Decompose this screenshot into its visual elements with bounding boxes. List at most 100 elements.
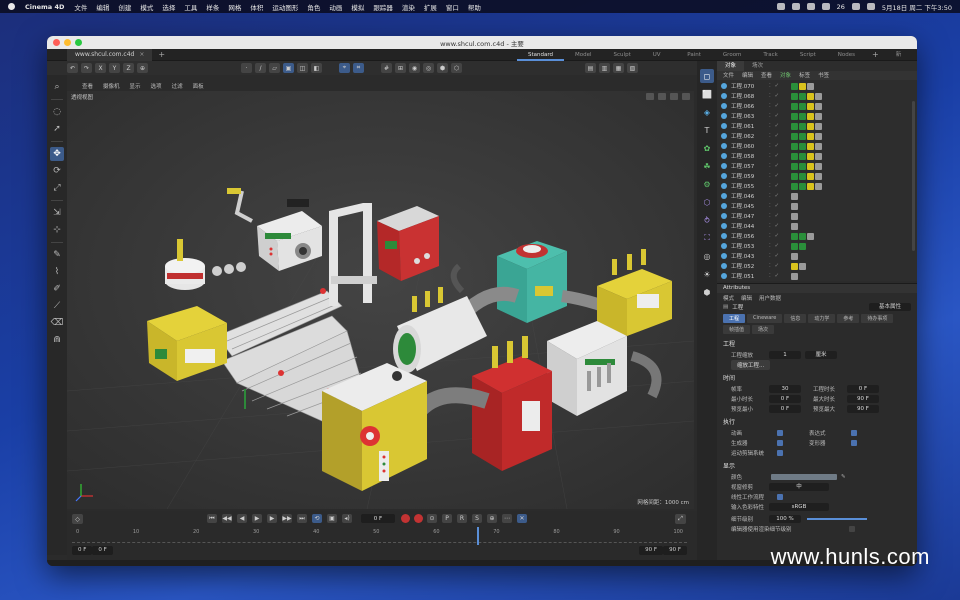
model-mode-icon[interactable]: ▣ (283, 63, 294, 73)
visibility-flags-icon[interactable]: ⁚ ✓ (769, 193, 791, 199)
project-scale-field[interactable]: 1 (769, 351, 801, 359)
material-tag-icon[interactable] (791, 132, 798, 140)
select-icon[interactable]: ➚ (50, 122, 64, 136)
motion-system-checkbox[interactable] (777, 450, 783, 456)
visibility-flags-icon[interactable]: ⁚ ✓ (769, 183, 791, 189)
visibility-flags-icon[interactable]: ⁚ ✓ (769, 93, 791, 99)
attr-menu-edit[interactable]: 编辑 (741, 294, 752, 302)
material-tag-icon[interactable] (815, 152, 822, 160)
object-row[interactable]: 工程.063 ⁚ ✓ (717, 111, 917, 121)
edges-mode-icon[interactable]: / (255, 63, 266, 73)
material-tag-icon[interactable] (791, 102, 798, 110)
material-tag-icon[interactable] (799, 162, 806, 170)
preview-min-field[interactable]: 0 F (769, 405, 801, 413)
material-tag-icon[interactable] (799, 172, 806, 180)
viewport-move-icon[interactable] (646, 93, 654, 100)
position-key-icon[interactable]: P (442, 514, 452, 523)
object-name[interactable]: 工程.068 (731, 92, 769, 100)
object-name[interactable]: 工程.045 (731, 202, 769, 210)
menu-volume[interactable]: 体积 (250, 2, 263, 12)
material-tag-icon[interactable] (791, 162, 798, 170)
material-tag-icon[interactable] (815, 122, 822, 130)
scale-project-button[interactable]: 缩放工程... (731, 360, 771, 370)
start-frame-field[interactable]: 0 F (72, 546, 93, 555)
material-tag-icon[interactable] (799, 132, 806, 140)
attr-menu-mode[interactable]: 模式 (723, 294, 734, 302)
project-scale-unit-select[interactable]: 厘米 (805, 351, 837, 359)
attr-menu-userdata[interactable]: 用户数据 (759, 294, 781, 302)
new-document-button[interactable]: + (158, 50, 165, 59)
generators-checkbox[interactable] (777, 440, 783, 446)
paint-brush-icon[interactable]: ✐ (50, 282, 64, 296)
menu-create[interactable]: 创建 (118, 2, 131, 12)
menu-spline[interactable]: 样条 (206, 2, 219, 12)
object-name[interactable]: 工程.056 (731, 232, 769, 240)
render-region-icon[interactable]: ▧ (627, 63, 638, 73)
spline-pen-icon[interactable]: ✎ (50, 248, 64, 262)
param-key-icon[interactable]: ⊕ (487, 514, 497, 523)
tab-todo[interactable]: 待办事项 (861, 314, 894, 323)
object-row[interactable]: 工程.060 ⁚ ✓ (717, 141, 917, 151)
viewport-zoom-icon[interactable] (658, 93, 666, 100)
color-swatch[interactable] (771, 474, 837, 480)
visibility-flags-icon[interactable]: ⁚ ✓ (769, 133, 791, 139)
visibility-flags-icon[interactable]: ⁚ ✓ (769, 223, 791, 229)
viewport-clip-select[interactable]: 中 (769, 483, 829, 491)
visibility-flags-icon[interactable]: ⁚ ✓ (769, 143, 791, 149)
material-tag-icon[interactable] (799, 262, 806, 270)
material-tag-icon[interactable] (791, 202, 798, 210)
control-center-icon[interactable] (866, 3, 875, 10)
layout-tab-standard[interactable]: Standard (517, 49, 565, 61)
points-mode-icon[interactable]: · (241, 63, 252, 73)
menu-mesh[interactable]: 网格 (228, 2, 241, 12)
viewport-menu-display[interactable]: 显示 (130, 82, 141, 90)
material-tag-icon[interactable] (791, 232, 798, 240)
layout-tab-paint[interactable]: Paint (676, 49, 712, 61)
linear-workflow-checkbox[interactable] (777, 494, 783, 500)
object-row[interactable]: 工程.068 ⁚ ✓ (717, 91, 917, 101)
lod-slider[interactable] (807, 518, 867, 520)
close-icon[interactable]: × (139, 51, 144, 58)
object-name[interactable]: 工程.058 (731, 152, 769, 160)
playhead[interactable] (477, 527, 479, 545)
bend-icon[interactable]: ⥁ (700, 213, 714, 227)
animation-checkbox[interactable] (777, 430, 783, 436)
apple-icon[interactable] (8, 3, 15, 10)
material-tag-icon[interactable] (807, 232, 814, 240)
picture-viewer-icon[interactable]: ▥ (599, 63, 610, 73)
new-layout-label[interactable]: 新布局 (885, 49, 917, 82)
menu-select[interactable]: 选择 (162, 2, 175, 12)
tray-icon[interactable] (776, 3, 785, 10)
material-tag-icon[interactable] (799, 92, 806, 100)
viewport-toggle-icon[interactable] (682, 93, 690, 100)
material-tag-icon[interactable] (807, 182, 814, 190)
render-picture-icon[interactable]: ⬡ (451, 63, 462, 73)
viewport-rotate-icon[interactable] (670, 93, 678, 100)
render-queue-icon[interactable]: ▦ (613, 63, 624, 73)
live-selection-icon[interactable]: ◌ (50, 105, 64, 119)
redo-icon[interactable]: ↷ (81, 63, 92, 73)
menu-edit[interactable]: 编辑 (96, 2, 109, 12)
object-name[interactable]: 工程.066 (731, 102, 769, 110)
object-name[interactable]: 工程.059 (731, 172, 769, 180)
scale-key-icon[interactable]: S (472, 514, 482, 523)
axis-y-icon[interactable]: Y (109, 63, 120, 73)
keyframe-selection-icon[interactable]: ⊙ (427, 514, 437, 523)
material-tag-icon[interactable] (815, 162, 822, 170)
material-tag-icon[interactable] (815, 102, 822, 110)
preview-max-field[interactable]: 90 F (847, 405, 879, 413)
preview-start-field[interactable]: 0 F (92, 546, 113, 555)
visibility-flags-icon[interactable]: ⁚ ✓ (769, 243, 791, 249)
lod-field[interactable]: 100 % (769, 515, 801, 523)
object-name[interactable]: 工程.070 (731, 82, 769, 90)
material-tag-icon[interactable] (799, 182, 806, 190)
coordinate-system-icon[interactable]: ⊕ (137, 63, 148, 73)
tab-project[interactable]: 工程 (723, 314, 746, 323)
object-name[interactable]: 工程.057 (731, 162, 769, 170)
current-frame-field[interactable]: 0 F (361, 514, 395, 523)
menu-window[interactable]: 窗口 (446, 2, 459, 12)
pla-key-icon[interactable]: ⋯ (502, 514, 512, 523)
close-window-button[interactable] (53, 39, 60, 46)
render-view-icon[interactable]: ⬢ (437, 63, 448, 73)
tab-dynamics[interactable]: 动力学 (808, 314, 836, 323)
